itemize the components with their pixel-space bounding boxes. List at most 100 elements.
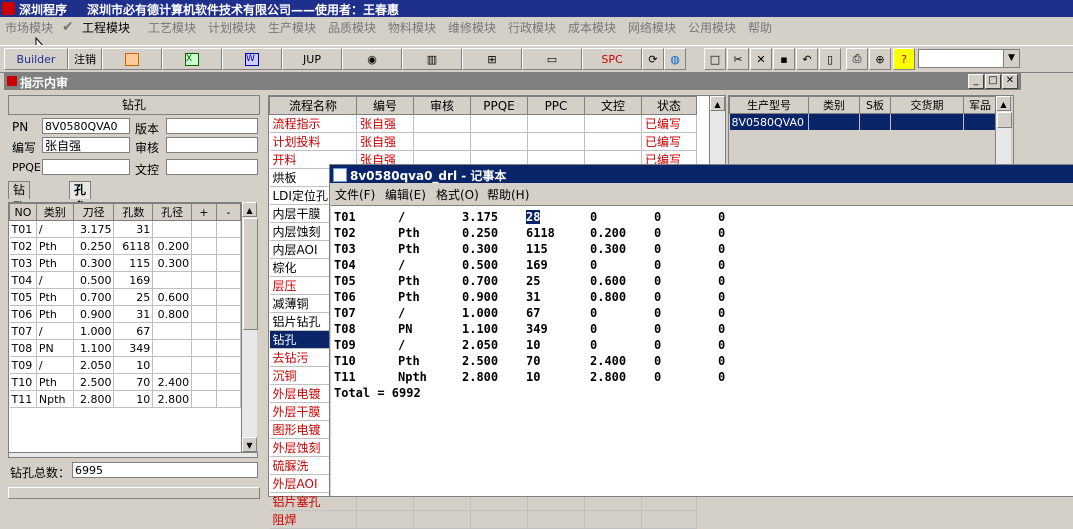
menu-network[interactable]: 网络模块 xyxy=(628,19,676,36)
preview-button[interactable]: ▯ xyxy=(819,48,841,70)
col-minus[interactable]: - xyxy=(215,203,241,221)
pn-field[interactable]: 8V0580QVA0 xyxy=(42,118,130,134)
database-button[interactable]: ▥ xyxy=(402,48,462,70)
model-scrollbar[interactable]: ▲ xyxy=(995,96,1012,164)
col-tool-diameter[interactable]: 刀径 xyxy=(72,203,115,221)
table-row[interactable]: T09/2.050 10 xyxy=(9,356,241,374)
col-hole-diameter[interactable]: 孔径 xyxy=(152,203,193,221)
scroll-up-icon[interactable]: ▲ xyxy=(242,202,257,217)
col-no[interactable]: NO xyxy=(9,203,37,221)
table-row[interactable]: T01/3.175 31 xyxy=(9,220,241,238)
table-row[interactable]: T07/1.000 67 xyxy=(9,322,241,340)
print-button[interactable]: ⎙ xyxy=(846,48,868,70)
menu-process[interactable]: 工艺模块 xyxy=(148,19,196,36)
table-row[interactable]: 阻焊 xyxy=(269,510,697,529)
author-field[interactable]: 张自强 xyxy=(42,137,130,153)
col-ppqe[interactable]: PPQE xyxy=(470,96,528,115)
process-scrollbar[interactable]: ▲ xyxy=(709,96,725,166)
menu-planning[interactable]: 计划模块 xyxy=(208,19,256,36)
delete-button[interactable]: ✕ xyxy=(750,48,772,70)
col-military[interactable]: 军品 xyxy=(963,96,997,114)
doc-control-field[interactable] xyxy=(166,159,258,175)
grid-hscrollbar[interactable] xyxy=(8,452,258,458)
notepad-menu-file[interactable]: 文件(F) xyxy=(335,186,375,203)
find-button[interactable]: ⊕ xyxy=(869,48,891,70)
table-row[interactable]: T06 Pth 0.900 31 0.800 xyxy=(9,305,241,323)
ie-button[interactable]: ◍ xyxy=(664,48,686,70)
word-button[interactable]: W xyxy=(222,48,282,70)
notepad-text-area[interactable]: T01 / 3.175 28 0 0 0 T02 Pth 0.250 6118 0.200 0 0 T03 P… xyxy=(331,205,1073,496)
scroll-thumb[interactable] xyxy=(997,112,1012,128)
builder-button[interactable]: Builder xyxy=(4,48,68,70)
computer-button[interactable]: ▭ xyxy=(522,48,582,70)
table-row[interactable]: 8V0580QVA0 xyxy=(729,113,997,130)
col-ppc[interactable]: PPC xyxy=(527,96,585,115)
table-row[interactable]: T10 Pth 2.500 70 2.400 xyxy=(9,373,241,391)
table-row[interactable]: T05 Pth 0.700 25 0.600 xyxy=(9,288,241,306)
version-field[interactable] xyxy=(166,118,258,134)
menu-quality[interactable]: 品质模块 xyxy=(328,19,376,36)
col-code[interactable]: 编号 xyxy=(356,96,414,115)
scroll-up-icon[interactable]: ▲ xyxy=(996,96,1011,111)
network-button[interactable]: ⊞ xyxy=(462,48,522,70)
toolbar-combobox[interactable]: ▼ xyxy=(918,49,1020,68)
save-button[interactable]: ▪ xyxy=(773,48,795,70)
menu-public[interactable]: 公用模块 xyxy=(688,19,736,36)
scroll-thumb[interactable] xyxy=(243,218,258,330)
minimize-button[interactable]: _ xyxy=(968,74,984,89)
notepad-menu-help[interactable]: 帮助(H) xyxy=(487,186,529,203)
view-button[interactable]: ◉ xyxy=(342,48,402,70)
review-field[interactable] xyxy=(166,137,258,153)
col-status[interactable]: 状态 xyxy=(641,96,697,115)
cut-button[interactable]: ✂ xyxy=(727,48,749,70)
spc-button[interactable]: SPC xyxy=(582,48,642,70)
grid-cell: Pth xyxy=(36,305,74,323)
undo-button[interactable]: ↶ xyxy=(796,48,818,70)
col-plus[interactable]: + xyxy=(191,203,217,221)
table-row[interactable]: T11 Npth 2.800 10 2.800 xyxy=(9,390,241,408)
col-category[interactable]: 类别 xyxy=(808,96,860,114)
ppqe-field[interactable] xyxy=(42,159,130,175)
col-delivery-date[interactable]: 交货期 xyxy=(890,96,964,114)
close-button[interactable]: ✕ xyxy=(1002,74,1018,89)
refresh-button[interactable]: ⟳ xyxy=(642,48,664,70)
col-production-model[interactable]: 生产型号 xyxy=(729,96,809,114)
chevron-down-icon[interactable]: ▼ xyxy=(1003,50,1019,67)
maximize-button[interactable]: □ xyxy=(985,74,1001,89)
menu-production[interactable]: 生产模块 xyxy=(268,19,316,36)
notepad-menu-edit[interactable]: 编辑(E) xyxy=(385,186,426,203)
col-doc-control[interactable]: 文控 xyxy=(584,96,642,115)
logout-button[interactable]: 注销 xyxy=(68,48,102,70)
table-row[interactable]: T04/0.500 169 xyxy=(9,271,241,289)
drill-total-field[interactable]: 6995 xyxy=(72,462,258,478)
menu-engineering[interactable]: 工程模块 xyxy=(82,19,130,36)
menu-cost[interactable]: 成本模块 xyxy=(568,19,616,36)
bottom-button[interactable] xyxy=(8,487,260,499)
col-type[interactable]: 类别 xyxy=(35,203,74,221)
col-process-name[interactable]: 流程名称 xyxy=(269,96,357,115)
menu-market[interactable]: 市场模块 xyxy=(5,19,53,36)
new-button[interactable]: □ xyxy=(704,48,726,70)
col-s-board[interactable]: S板 xyxy=(859,96,891,114)
table-row[interactable]: T02 Pth 0.250 6118 0.200 xyxy=(9,237,241,255)
table-row[interactable]: T03 Pth 0.300 115 0.300 xyxy=(9,254,241,272)
table-row[interactable]: T08 PN 1.100 349 xyxy=(9,339,241,357)
menu-material[interactable]: 物料模块 xyxy=(388,19,436,36)
col-review[interactable]: 审核 xyxy=(413,96,471,115)
scroll-down-icon[interactable]: ▼ xyxy=(242,437,257,452)
excel-button[interactable]: X xyxy=(162,48,222,70)
menu-maintenance[interactable]: 维修模块 xyxy=(448,19,496,36)
tab-drill-requirements[interactable]: 钻孔要求 xyxy=(8,181,31,248)
grid-scrollbar[interactable]: ▲ ▼ xyxy=(241,202,258,452)
tool-button-1[interactable] xyxy=(102,48,162,70)
scroll-up-icon[interactable]: ▲ xyxy=(710,96,725,111)
col-hole-count[interactable]: 孔数 xyxy=(113,203,154,221)
table-row[interactable]: 计划投料 张自强 已编写 xyxy=(269,132,697,151)
tab-hole-parameters[interactable]: 孔参数表 xyxy=(69,181,92,248)
menu-admin[interactable]: 行政模块 xyxy=(508,19,556,36)
table-row[interactable]: 流程指示 张自强 已编写 xyxy=(269,114,697,133)
menu-help[interactable]: 帮助 xyxy=(748,19,772,36)
help-button[interactable]: ? xyxy=(893,48,915,70)
notepad-menu-format[interactable]: 格式(O) xyxy=(436,186,479,203)
jup-button[interactable]: JUP xyxy=(282,48,342,70)
